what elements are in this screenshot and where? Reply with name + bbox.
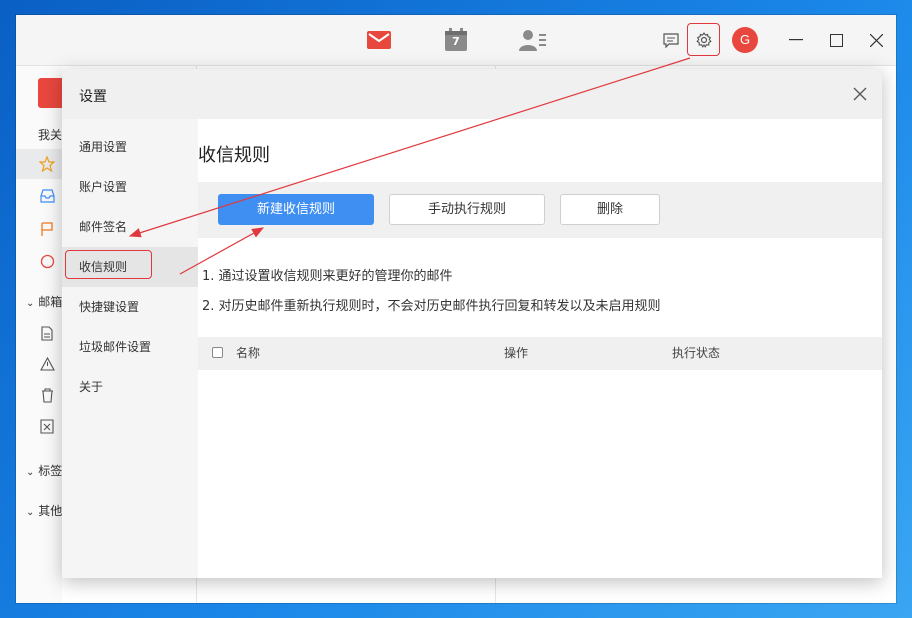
settings-highlight-box (687, 23, 720, 56)
maximize-icon[interactable] (823, 27, 849, 53)
settings-dialog-title: 设置 (79, 89, 107, 105)
settings-dialog-header: 设置 (62, 69, 882, 119)
settings-dialog: 设置 通用设置 账户设置 邮件签名 收信规则 快捷键设置 垃圾邮件设置 关于 收… (62, 69, 882, 578)
chevron-down-icon: ⌄ (26, 507, 35, 518)
calendar-icon[interactable]: 7 (442, 26, 470, 54)
close-icon[interactable] (850, 84, 870, 104)
rules-note-2: 2. 对历史邮件重新执行规则时，不会对历史邮件执行回复和转发以及未启用规则 (202, 299, 661, 314)
nav-general-settings[interactable]: 通用设置 (62, 127, 198, 167)
flag-icon[interactable] (39, 221, 55, 237)
circle-icon[interactable] (39, 253, 55, 269)
mail-icon[interactable] (365, 26, 393, 54)
calendar-day: 7 (452, 35, 460, 48)
sidebar-section-other-label: 其他 (38, 504, 63, 518)
settings-nav: 通用设置 账户设置 邮件签名 收信规则 快捷键设置 垃圾邮件设置 关于 (62, 119, 198, 578)
column-header-status: 执行状态 (672, 346, 721, 360)
page-title: 收信规则 (198, 145, 270, 166)
column-header-action: 操作 (504, 346, 529, 360)
sidebar-section-mailbox-label: 邮箱 (38, 295, 63, 309)
nav-account-settings[interactable]: 账户设置 (62, 167, 198, 207)
chevron-down-icon: ⌄ (26, 298, 35, 309)
inbox-rules-highlight-box (65, 250, 152, 279)
rules-toolbar: 新建收信规则 手动执行规则 删除 (198, 182, 882, 238)
chat-icon[interactable] (657, 26, 685, 54)
delete-button[interactable]: 删除 (560, 194, 660, 225)
warning-icon[interactable] (39, 356, 55, 372)
sidebar-section-tags[interactable]: ⌄ 标签 (26, 462, 62, 479)
column-header-name: 名称 (236, 346, 261, 360)
trash-icon[interactable] (39, 387, 55, 403)
nav-about[interactable]: 关于 (62, 367, 198, 407)
new-rule-button[interactable]: 新建收信规则 (218, 194, 374, 225)
sidebar-section-mailbox[interactable]: ⌄ 邮箱 (26, 293, 62, 310)
nav-shortcut-settings[interactable]: 快捷键设置 (62, 287, 198, 327)
minimize-icon[interactable] (783, 27, 809, 53)
contacts-icon[interactable] (519, 26, 547, 54)
inbox-rules-panel: 收信规则 新建收信规则 手动执行规则 删除 1. 通过设置收信规则来更好的管理你… (198, 119, 882, 578)
select-all-checkbox[interactable] (212, 347, 223, 358)
spam-icon[interactable] (39, 418, 55, 434)
nav-spam-settings[interactable]: 垃圾邮件设置 (62, 327, 198, 367)
close-window-icon[interactable] (863, 27, 889, 53)
main-sidebar: 我关 ⌄ 邮箱 ⌄ 标签 ⌄ 其他 (16, 66, 62, 603)
chevron-down-icon: ⌄ (26, 467, 35, 478)
sidebar-section-my: 我关 (38, 128, 63, 142)
sidebar-section-tags-label: 标签 (38, 464, 63, 478)
avatar[interactable]: G (732, 27, 758, 53)
rules-table-header: 名称 操作 执行状态 (198, 337, 882, 370)
star-icon (39, 156, 55, 172)
compose-button[interactable] (38, 78, 62, 108)
document-icon[interactable] (39, 325, 55, 341)
run-rules-button[interactable]: 手动执行规则 (389, 194, 545, 225)
rules-note-1: 1. 通过设置收信规则来更好的管理你的邮件 (202, 269, 453, 284)
sidebar-section-other[interactable]: ⌄ 其他 (26, 502, 62, 519)
nav-email-signature[interactable]: 邮件签名 (62, 207, 198, 247)
title-bar: 7 G (16, 15, 896, 66)
inbox-icon[interactable] (39, 188, 55, 204)
